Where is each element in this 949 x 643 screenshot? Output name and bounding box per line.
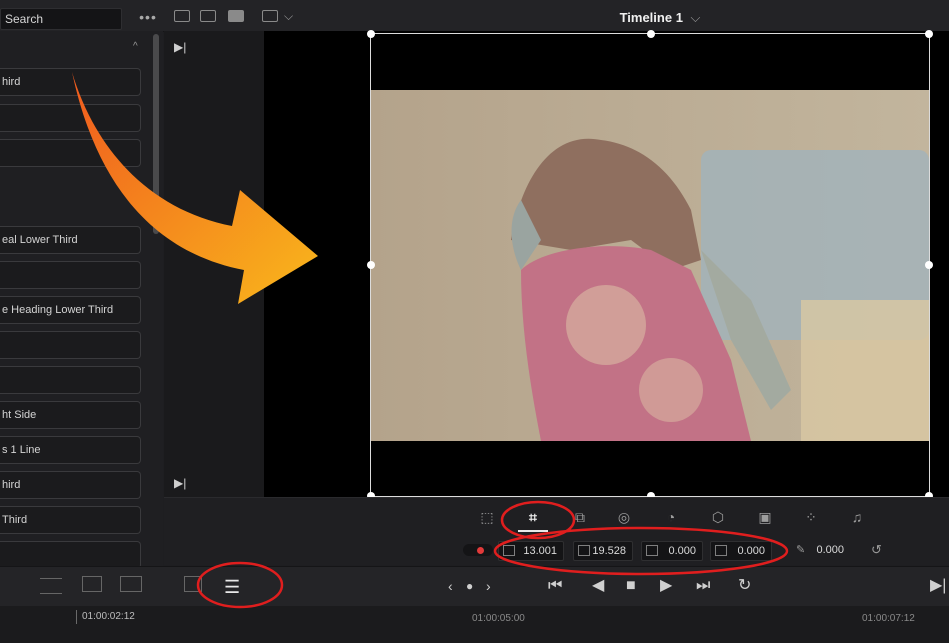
transport-bar [0, 566, 949, 607]
speed-icon[interactable]: ◔ [660, 508, 682, 526]
crop-right-value: 19.528 [592, 545, 626, 557]
list-item[interactable]: hird [0, 68, 141, 96]
playhead-tick [76, 610, 77, 624]
list-item[interactable]: e Heading Lower Third [0, 296, 141, 324]
crop-softness-field[interactable]: ✎ 0.000 [790, 541, 850, 561]
list-item[interactable] [0, 104, 141, 132]
transform-handle[interactable] [367, 30, 375, 38]
jump-to-start-icon[interactable]: ⏮ [548, 576, 562, 596]
collapse-caret-icon[interactable]: ^ [133, 197, 138, 208]
list-item-label: s 1 Line [2, 444, 41, 456]
fusion-effect-icon[interactable]: ⁘ [800, 508, 822, 526]
crop-softness-value: 0.000 [816, 544, 844, 556]
record-toggle[interactable] [463, 544, 493, 556]
list-item-label: eal Lower Third [2, 234, 78, 246]
crop-left-field[interactable]: 13.001 [498, 541, 564, 561]
viewer-tool-row [164, 497, 949, 538]
list-item[interactable]: s 1 Line [0, 436, 141, 464]
next-marker-icon[interactable]: › [486, 576, 491, 596]
timecode-left: 01:00:02:12 [82, 611, 135, 622]
composite-icon[interactable]: ◎ [613, 508, 635, 526]
crop-right-field[interactable]: 19.528 [573, 541, 633, 561]
transform-handle[interactable] [925, 30, 933, 38]
more-options-button[interactable]: ••• [134, 8, 162, 28]
go-to-end-icon[interactable]: ▶| [174, 476, 186, 490]
list-item-label: ht Side [2, 409, 37, 421]
inspector-sliders-icon[interactable]: ☰ [224, 577, 240, 598]
timeline-mode-icon[interactable] [40, 578, 62, 594]
crop-left-value: 13.001 [523, 545, 557, 557]
clip-view-icon[interactable] [184, 576, 202, 592]
timecode-mid: 01:00:05:00 [472, 613, 525, 624]
crop-bottom-field[interactable]: 0.000 [710, 541, 772, 561]
timeline-title-text: Timeline 1 [619, 10, 683, 25]
list-item[interactable] [0, 261, 141, 289]
monitor-view-icon[interactable] [228, 10, 244, 22]
stabilization-icon[interactable]: ⬡ [707, 508, 729, 526]
go-to-end-icon[interactable]: ▶| [174, 40, 186, 54]
crop-right-icon [578, 545, 590, 556]
chevron-down-icon: ⌵ [690, 10, 701, 25]
timecode-right: 01:00:07:12 [862, 613, 915, 624]
timeline-ruler[interactable] [0, 606, 949, 643]
collapse-caret-icon[interactable]: ^ [133, 41, 138, 52]
list-item[interactable]: Third [0, 506, 141, 534]
waveform-view-icon[interactable] [82, 576, 102, 592]
timeline-title[interactable]: Timeline 1 ⌵ [560, 10, 760, 26]
viewer-margin [194, 31, 264, 497]
crop-bottom-icon [715, 545, 727, 556]
list-item[interactable] [0, 541, 141, 569]
audio-icon[interactable]: ♫ [846, 508, 868, 526]
transform-bounding-box[interactable] [367, 30, 933, 500]
list-item[interactable]: eal Lower Third [0, 226, 141, 254]
search-input[interactable]: Search [0, 8, 122, 30]
list-item[interactable]: ht Side [0, 401, 141, 429]
list-item-label: hird [2, 479, 21, 491]
crop-left-icon [503, 545, 515, 556]
list-item-label: e Heading Lower Third [2, 304, 114, 316]
transform-icon[interactable]: ⬚ [476, 508, 498, 526]
list-item-label: Third [2, 514, 28, 526]
crop-top-value: 0.000 [668, 545, 696, 557]
record-dot-icon [477, 547, 484, 554]
transform-handle[interactable] [367, 261, 375, 269]
lens-correction-icon[interactable]: ▣ [754, 508, 776, 526]
previous-marker-icon[interactable]: ‹ [448, 576, 453, 596]
play-reverse-icon[interactable]: ◀ [592, 576, 604, 596]
effects-library-panel: ^ ^ hird eal Lower Third e Heading Lower… [0, 31, 163, 569]
stop-icon[interactable]: ■ [626, 576, 636, 596]
list-item[interactable] [0, 139, 141, 167]
viewer-size-icon[interactable] [262, 10, 278, 22]
transform-handle[interactable] [647, 30, 655, 38]
audio-waveform-icon[interactable] [120, 576, 142, 592]
list-item-label: hird [2, 76, 21, 88]
crop-bottom-value: 0.000 [737, 545, 765, 557]
play-icon[interactable]: ▶ [660, 576, 672, 596]
image-view-icon[interactable] [174, 10, 190, 22]
viewer-side-strip [164, 31, 194, 497]
crop-icon[interactable]: ⌗ [522, 508, 544, 526]
loop-icon[interactable]: ↻ [738, 576, 751, 596]
active-tool-underline [518, 530, 548, 532]
pen-icon: ✎ [796, 544, 806, 556]
list-item[interactable] [0, 331, 141, 359]
marker-dot-icon[interactable]: ● [466, 576, 473, 596]
jump-to-end-icon[interactable]: ⏭ [696, 576, 710, 596]
list-item[interactable] [0, 366, 141, 394]
left-panel-scrollbar[interactable] [153, 34, 159, 234]
dual-view-icon[interactable] [200, 10, 216, 22]
dynamic-zoom-icon[interactable]: ⧉ [569, 508, 591, 526]
transform-handle[interactable] [925, 261, 933, 269]
reset-icon[interactable]: ↺ [871, 542, 882, 558]
crop-top-field[interactable]: 0.000 [641, 541, 703, 561]
viewer-size-chevron-icon[interactable]: ⌵ [284, 9, 293, 24]
crop-top-icon [646, 545, 658, 556]
fullscreen-end-icon[interactable]: ▶| [930, 576, 946, 596]
search-placeholder: Search [5, 12, 44, 26]
list-item[interactable]: hird [0, 471, 141, 499]
